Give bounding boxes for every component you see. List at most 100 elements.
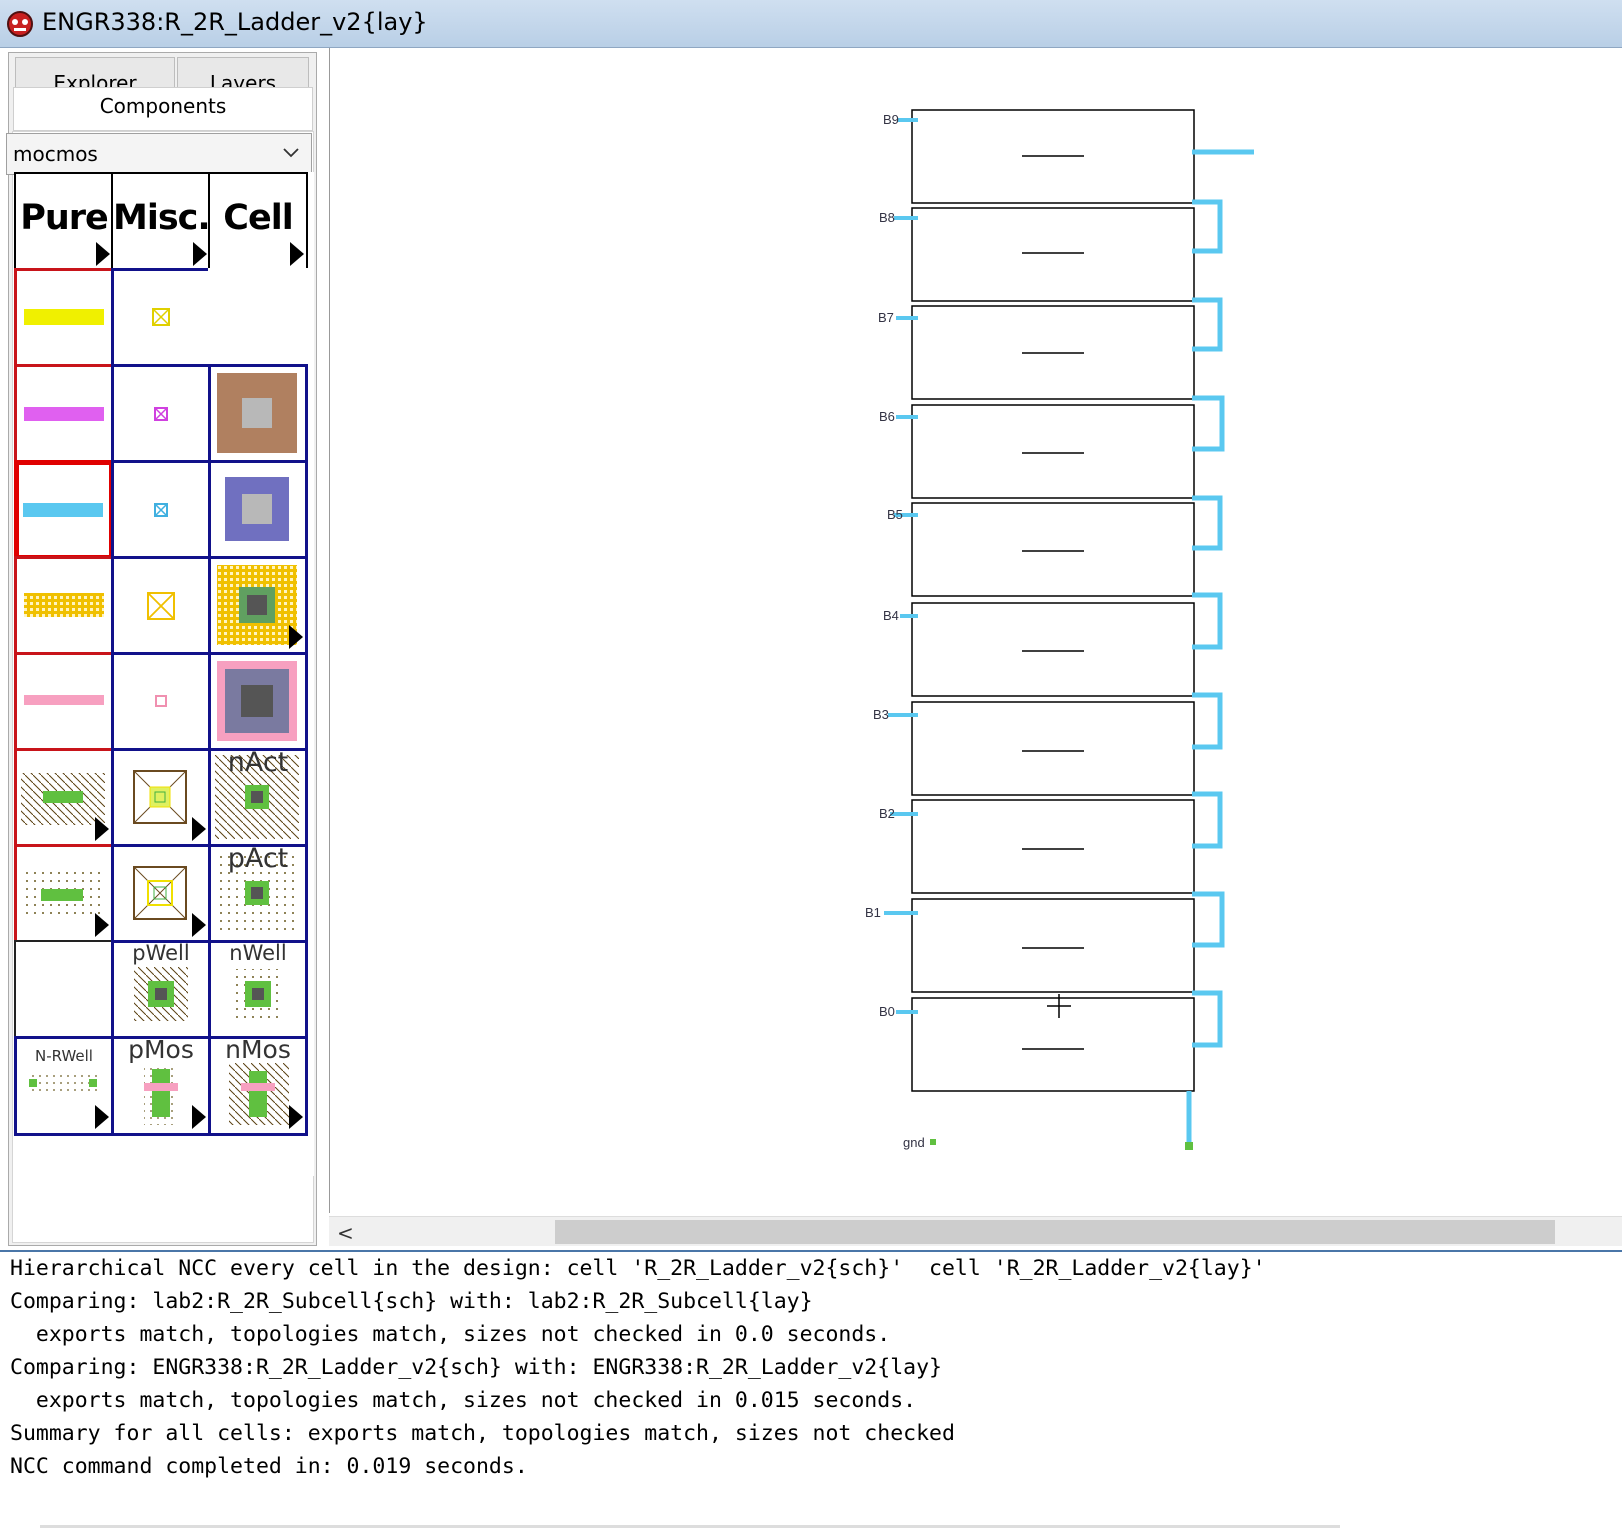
palette-via-contact[interactable]	[208, 652, 308, 752]
scrollbar-thumb[interactable]	[555, 1220, 1555, 1244]
metal1-arc-icon	[23, 503, 103, 517]
palette-active-arc[interactable]	[14, 556, 114, 656]
electric-logo-icon	[7, 11, 33, 37]
layout-canvas[interactable]: B9 B8 B7 B6 B5 B4 B3 B2 B1 B0 gnd	[329, 48, 1622, 1213]
nwell-label: nWell	[229, 941, 287, 965]
palette-pmos-transistor[interactable]: pMos	[111, 1036, 211, 1136]
palette-substrate-contact[interactable]	[111, 844, 211, 944]
subcell-b4[interactable]	[911, 602, 1195, 697]
palette-metal2-arc[interactable]	[14, 652, 114, 752]
poly-contact-icon	[217, 373, 297, 453]
console-line: Comparing: lab2:R_2R_Subcell{sch} with: …	[10, 1289, 813, 1314]
palette-header-cell-label: Cell	[223, 198, 293, 238]
palette-active-pin[interactable]	[111, 556, 211, 656]
subcell-b6[interactable]	[911, 404, 1195, 499]
nact-label: nAct	[227, 748, 289, 778]
palette-pwell-contact[interactable]: pWell	[111, 940, 211, 1040]
bit-input-stubs	[884, 118, 918, 1014]
expand-arrow-icon	[193, 242, 207, 266]
palette-well-contact[interactable]	[111, 748, 211, 848]
window-title: ENGR338:R_2R_Ladder_v2{lay}	[42, 8, 428, 36]
palette-nmos-transistor[interactable]: nMos	[208, 1036, 308, 1136]
gnd-export-icon	[930, 1139, 936, 1145]
subcell-b9[interactable]	[911, 109, 1195, 204]
pmos-label: pMos	[128, 1036, 194, 1064]
console-line: exports match, topologies match, sizes n…	[10, 1322, 891, 1347]
expand-arrow-icon	[95, 913, 109, 937]
palette-header-misc-label: Misc.	[113, 198, 211, 238]
poly-pin-icon	[154, 407, 168, 421]
r2r-ladder-layout: B9 B8 B7 B6 B5 B4 B3 B2 B1 B0 gnd	[865, 109, 1254, 1150]
bit-label-b0: B0	[879, 1004, 895, 1019]
palette-empty-slot	[208, 268, 308, 368]
palette-nwell-contact[interactable]: nWell	[208, 940, 308, 1040]
scroll-left-icon[interactable]: <	[337, 1221, 354, 1245]
subcell-b7[interactable]	[911, 305, 1195, 400]
polysilicon-arc-icon	[24, 309, 104, 325]
expand-arrow-icon	[95, 817, 109, 841]
console-scrollbar[interactable]	[40, 1525, 1340, 1528]
via-contact-icon	[217, 661, 297, 741]
palette-metal1-arc[interactable]	[14, 460, 114, 560]
bit-label-b7: B7	[878, 310, 894, 325]
bit-label-b5: B5	[887, 507, 903, 522]
metal2-arc-icon	[24, 695, 104, 705]
console-line: Summary for all cells: exports match, to…	[10, 1421, 955, 1446]
bit-label-b4: B4	[883, 608, 899, 623]
technology-select[interactable]: mocmos	[6, 133, 312, 175]
palette-poly-pin[interactable]	[111, 268, 211, 368]
bit-label-b1: B1	[865, 905, 881, 920]
palette-poly-arc[interactable]	[14, 364, 114, 464]
palette-header-misc[interactable]: Misc.	[111, 172, 211, 272]
palette-metal1-pin[interactable]	[111, 460, 211, 560]
palette-active-contact[interactable]	[208, 556, 308, 656]
palette-metal2-pin[interactable]	[111, 652, 211, 752]
palette-nact-contact[interactable]: nAct	[208, 748, 308, 848]
gnd-label: gnd	[903, 1135, 925, 1150]
palette-metal-contact[interactable]	[208, 460, 308, 560]
bit-label-b2: B2	[879, 806, 895, 821]
console-line: Comparing: ENGR338:R_2R_Ladder_v2{sch} w…	[10, 1355, 942, 1380]
active-pin-icon	[147, 592, 175, 620]
subcell-b2[interactable]	[911, 799, 1195, 894]
console-line: Hierarchical NCC every cell in the desig…	[10, 1256, 1266, 1281]
component-palette: Pure Misc. Cell nAct pAct pWell nWell N-…	[14, 172, 314, 1176]
horizontal-scrollbar[interactable]: <	[329, 1216, 1622, 1246]
bit-label-b6: B6	[879, 409, 895, 424]
nmos-label: nMos	[225, 1036, 291, 1064]
palette-header-pure-label: Pure	[20, 198, 109, 238]
palette-polysilicon-arc[interactable]	[14, 268, 114, 368]
tab-components[interactable]: Components	[13, 87, 313, 131]
palette-n-active-arc[interactable]	[14, 748, 114, 848]
console-line: exports match, topologies match, sizes n…	[10, 1388, 917, 1413]
nrwell-label: N-RWell	[35, 1047, 93, 1065]
metal-pin-icon	[154, 503, 168, 517]
expand-arrow-icon	[290, 242, 304, 266]
technology-select-value: mocmos	[13, 142, 98, 166]
title-bar: ENGR338:R_2R_Ladder_v2{lay}	[0, 0, 1622, 48]
palette-header-cell[interactable]: Cell	[208, 172, 308, 272]
bit-label-b8: B8	[879, 210, 895, 225]
palette-poly-contact[interactable]	[208, 364, 308, 464]
subcell-b5[interactable]	[911, 502, 1195, 597]
expand-arrow-icon	[95, 1105, 109, 1129]
expand-arrow-icon	[192, 1105, 206, 1129]
palette-nrwell[interactable]: N-RWell	[14, 1036, 114, 1136]
subcell-b1[interactable]	[911, 898, 1195, 993]
bit-label-b9: B9	[883, 112, 899, 127]
chevron-down-icon	[283, 148, 299, 158]
palette-pact-contact[interactable]: pAct	[208, 844, 308, 944]
gnd-pin-icon	[1185, 1142, 1193, 1150]
subcell-b3[interactable]	[911, 701, 1195, 796]
metal-contact-icon	[225, 477, 289, 541]
palette-header-pure[interactable]: Pure	[14, 172, 114, 272]
subcell-b8[interactable]	[911, 207, 1195, 302]
poly-pin-icon	[152, 308, 170, 326]
metal-pin-icon	[155, 695, 167, 707]
subcell-b0[interactable]	[911, 997, 1195, 1092]
palette-p-active-arc[interactable]	[14, 844, 114, 944]
palette-poly2-pin[interactable]	[111, 364, 211, 464]
expand-arrow-icon	[289, 625, 303, 649]
messages-console[interactable]: Hierarchical NCC every cell in the desig…	[0, 1250, 1622, 1534]
expand-arrow-icon	[289, 1105, 303, 1129]
